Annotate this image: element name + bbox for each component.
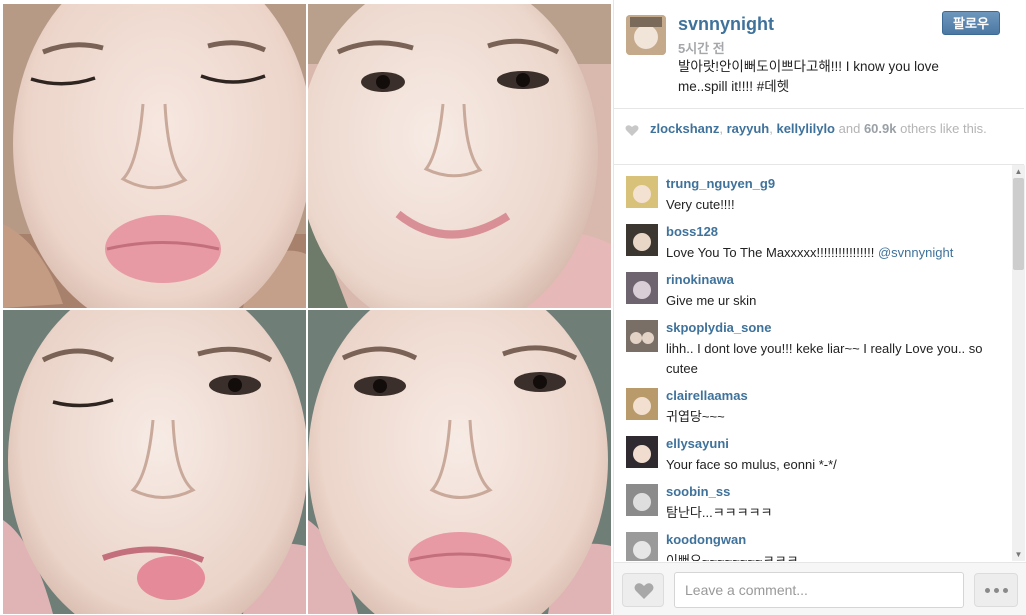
ellipsis-dot [993, 588, 999, 593]
post-header: svnnynight 5시간 전 발아랏!안이뻐도이쁘다고해!!! I know… [614, 0, 1024, 109]
comment-body: Love You To The Maxxxxx!!!!!!!!!!!!!!!! [666, 245, 878, 260]
comment-text: 탐난다...ㅋㅋㅋㅋㅋ [666, 505, 773, 520]
comment-text: Give me ur skin [666, 293, 757, 308]
likes-others: others like this. [896, 121, 987, 136]
commenter-avatar[interactable] [626, 436, 658, 468]
like-user-link[interactable]: zlockshanz [650, 121, 719, 136]
owner-username[interactable]: svnnynight [678, 14, 774, 35]
comment-input[interactable] [674, 572, 964, 608]
commenter-username[interactable]: skpoplydia_sone [666, 320, 771, 335]
like-button[interactable] [622, 573, 664, 607]
commenter-avatar[interactable] [626, 388, 658, 420]
commenter-avatar[interactable] [626, 224, 658, 256]
commenter-avatar[interactable] [626, 532, 658, 561]
heart-icon [634, 583, 654, 599]
commenter-username[interactable]: clairellaamas [666, 388, 748, 403]
likes-text: zlockshanz, rayyuh, kellylilylo and 60.9… [650, 121, 995, 137]
comment-text: 귀엽당~~~ [666, 409, 725, 424]
post-detail-panel: svnnynight 5시간 전 발아랏!안이뻐도이쁘다고해!!! I know… [613, 0, 1026, 615]
photo-3[interactable] [3, 310, 306, 614]
likes-separator: , [719, 121, 727, 136]
likes-section: zlockshanz, rayyuh, kellylilylo and 60.9… [614, 109, 1024, 165]
commenter-username[interactable]: ellysayuni [666, 436, 729, 451]
heart-icon [625, 125, 639, 136]
more-options-button[interactable] [974, 573, 1018, 607]
scroll-down-arrow-icon[interactable]: ▼ [1012, 548, 1025, 561]
comment-text: Love You To The Maxxxxx!!!!!!!!!!!!!!!! … [666, 243, 1001, 263]
scroll-up-arrow-icon[interactable]: ▲ [1012, 165, 1025, 178]
comment-text: Your face so mulus, eonni *-*/ [666, 457, 837, 472]
comments-list[interactable]: trung_nguyen_g9 Very cute!!!! boss128 Lo… [614, 165, 1012, 561]
owner-avatar[interactable] [626, 15, 666, 55]
instagram-post-viewer: svnnynight 5시간 전 발아랏!안이뻐도이쁘다고해!!! I know… [0, 0, 1026, 615]
scrollbar-thumb[interactable] [1013, 178, 1024, 270]
ellipsis-icon [984, 588, 990, 593]
commenter-avatar[interactable] [626, 176, 658, 208]
likes-and: and [835, 121, 864, 136]
photo-4[interactable] [308, 310, 611, 614]
post-timestamp: 5시간 전 [678, 41, 725, 56]
comment-text: Very cute!!!! [666, 197, 735, 212]
likes-count[interactable]: 60.9k [864, 121, 897, 136]
commenter-avatar[interactable] [626, 272, 658, 304]
commenter-username[interactable]: boss128 [666, 224, 718, 239]
comment-text: lihh.. I dont love you!!! keke liar~~ I … [666, 341, 983, 376]
post-caption: 발아랏!안이뻐도이쁘다고해!!! I know you love me..spi… [678, 59, 939, 94]
photo-2[interactable] [308, 4, 611, 308]
mention-link[interactable]: @svnnynight [878, 245, 953, 260]
comment-text: 이뻐요~~~~~~~~ㅋㅋㅋ [666, 553, 799, 561]
follow-button[interactable]: 팔로우 [942, 11, 1000, 35]
commenter-username[interactable]: trung_nguyen_g9 [666, 176, 775, 191]
photo-1[interactable] [3, 4, 306, 308]
ellipsis-dot [1002, 588, 1008, 593]
comment-footer [614, 562, 1026, 615]
commenter-avatar[interactable] [626, 320, 658, 352]
commenter-username[interactable]: koodongwan [666, 532, 746, 547]
commenter-username[interactable]: soobin_ss [666, 484, 730, 499]
commenter-username[interactable]: rinokinawa [666, 272, 734, 287]
like-user-link[interactable]: rayyuh [727, 121, 770, 136]
commenter-avatar[interactable] [626, 484, 658, 516]
comments-scrollbar[interactable]: ▲ ▼ [1012, 165, 1025, 561]
like-user-link[interactable]: kellylilylo [776, 121, 835, 136]
